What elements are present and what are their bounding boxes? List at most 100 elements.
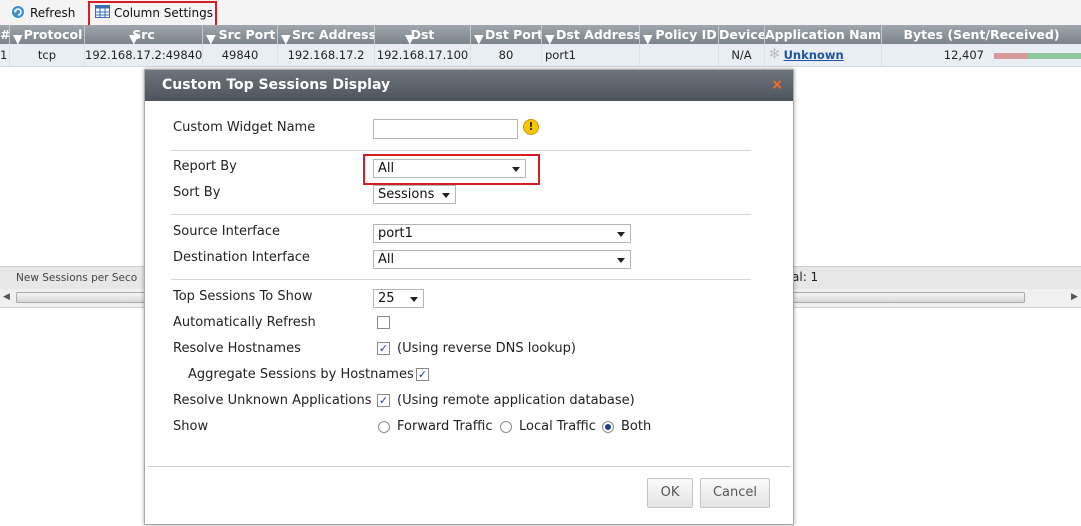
auto-refresh-checkbox[interactable] bbox=[377, 316, 390, 329]
source-interface-value: port1 bbox=[378, 226, 413, 241]
col-num[interactable]: # bbox=[0, 25, 10, 44]
refresh-icon bbox=[11, 5, 25, 24]
destination-interface-value: All bbox=[378, 252, 395, 267]
cell-dst: 192.168.17.100 bbox=[375, 44, 471, 66]
cell-num: 1 bbox=[0, 44, 10, 66]
col-src-address-label: Src Address bbox=[292, 27, 375, 42]
col-src-port[interactable]: ▼ Src Port bbox=[203, 25, 278, 44]
cell-protocol: tcp bbox=[10, 44, 85, 66]
local-traffic-label: Local Traffic bbox=[519, 419, 596, 434]
filter-icon[interactable]: ▼ bbox=[545, 29, 555, 44]
col-dst-address-label: Dst Address bbox=[556, 27, 640, 42]
report-by-label: Report By bbox=[173, 159, 237, 174]
gear-icon: ✻ bbox=[769, 47, 780, 62]
highlight-report-by bbox=[363, 154, 540, 185]
radio-forward-traffic[interactable] bbox=[378, 421, 390, 433]
source-interface-label: Source Interface bbox=[173, 224, 280, 239]
filter-icon[interactable]: ▼ bbox=[643, 29, 653, 44]
cell-dst-address: port1 bbox=[542, 44, 640, 66]
scroll-right-icon[interactable]: ▶ bbox=[1071, 292, 1078, 302]
destination-interface-select[interactable]: All bbox=[373, 250, 631, 269]
bytes-bar bbox=[994, 53, 1081, 59]
resolve-hostnames-label: Resolve Hostnames bbox=[173, 341, 301, 356]
cell-src-address: 192.168.17.2 bbox=[278, 44, 375, 66]
filter-icon[interactable]: ▼ bbox=[13, 29, 23, 44]
sort-by-value: Sessions bbox=[378, 187, 435, 202]
both-label: Both bbox=[621, 419, 652, 434]
col-dst[interactable]: ▼ Dst bbox=[375, 25, 471, 44]
scroll-left-icon[interactable]: ◀ bbox=[3, 292, 10, 302]
status-new-sessions: New Sessions per Seco bbox=[16, 272, 138, 284]
divider bbox=[171, 150, 751, 151]
resolve-apps-label: Resolve Unknown Applications bbox=[173, 393, 372, 408]
resolve-apps-checkbox[interactable]: ✓ bbox=[377, 394, 390, 407]
refresh-label: Refresh bbox=[30, 6, 76, 20]
col-policy-id[interactable]: ▼ Policy ID bbox=[640, 25, 719, 44]
highlight-column-settings bbox=[88, 1, 217, 28]
col-device[interactable]: Device bbox=[719, 25, 765, 44]
refresh-button[interactable]: Refresh bbox=[8, 4, 75, 22]
col-dst-address[interactable]: ▼ Dst Address bbox=[542, 25, 640, 44]
custom-widget-name-input[interactable] bbox=[373, 119, 518, 139]
col-src-address[interactable]: ▼ Src Address bbox=[278, 25, 375, 44]
checkmark-icon: ✓ bbox=[378, 342, 389, 355]
col-dst-port-label: Dst Port bbox=[485, 27, 542, 42]
chevron-down-icon bbox=[410, 297, 418, 302]
cell-bytes: 12,407 bbox=[943, 48, 984, 62]
aggregate-checkbox[interactable]: ✓ bbox=[416, 368, 429, 381]
source-interface-select[interactable]: port1 bbox=[373, 224, 631, 243]
chevron-down-icon bbox=[617, 232, 625, 237]
top-sessions-value: 25 bbox=[378, 291, 395, 306]
warning-icon: ! bbox=[523, 119, 539, 135]
radio-both[interactable] bbox=[602, 421, 614, 433]
top-sessions-select[interactable]: 25 bbox=[373, 289, 424, 308]
filter-icon[interactable]: ▼ bbox=[281, 29, 291, 44]
ok-button[interactable]: OK bbox=[647, 478, 693, 508]
resolve-hostnames-checkbox[interactable]: ✓ bbox=[377, 342, 390, 355]
cell-src: 192.168.17.2:49840 bbox=[85, 44, 203, 66]
table-header: # ▼ Protocol ▼ Src ▼ Src Port ▼ Src Address … bbox=[0, 25, 1081, 44]
status-total: al: 1 bbox=[792, 270, 819, 284]
cell-device: N/A bbox=[719, 44, 765, 66]
col-src[interactable]: ▼ Src bbox=[85, 25, 203, 44]
col-application-name[interactable]: Application Name bbox=[765, 25, 882, 44]
filter-icon[interactable]: ▼ bbox=[129, 29, 139, 44]
col-protocol[interactable]: ▼ Protocol bbox=[10, 25, 85, 44]
checkmark-icon: ✓ bbox=[378, 394, 389, 407]
dialog-title: Custom Top Sessions Display × bbox=[145, 70, 793, 101]
table-row[interactable]: 1 tcp 192.168.17.2:49840 49840 192.168.1… bbox=[0, 44, 1081, 67]
show-label: Show bbox=[173, 419, 209, 434]
sort-by-select[interactable]: Sessions bbox=[373, 185, 456, 204]
cell-policy-id bbox=[640, 44, 719, 66]
bytes-sent-bar bbox=[994, 53, 1027, 59]
checkmark-icon: ✓ bbox=[417, 368, 428, 381]
custom-widget-name-label: Custom Widget Name bbox=[173, 120, 316, 135]
resolve-hostnames-note: (Using reverse DNS lookup) bbox=[397, 341, 576, 356]
col-src-port-label: Src Port bbox=[218, 27, 276, 42]
close-icon[interactable]: × bbox=[771, 70, 783, 101]
auto-refresh-label: Automatically Refresh bbox=[173, 315, 316, 330]
dialog-title-text: Custom Top Sessions Display bbox=[162, 77, 391, 93]
filter-icon[interactable]: ▼ bbox=[405, 29, 415, 44]
cancel-button[interactable]: Cancel bbox=[700, 478, 770, 508]
radio-local-traffic[interactable] bbox=[500, 421, 512, 433]
resolve-apps-note: (Using remote application database) bbox=[397, 393, 635, 408]
divider bbox=[171, 279, 751, 280]
sort-by-label: Sort By bbox=[173, 185, 221, 200]
filter-icon[interactable]: ▼ bbox=[206, 29, 216, 44]
cell-src-port: 49840 bbox=[203, 44, 278, 66]
aggregate-label: Aggregate Sessions by Hostnames bbox=[188, 367, 414, 382]
bytes-received-bar bbox=[1027, 53, 1081, 59]
filter-icon[interactable]: ▼ bbox=[474, 29, 484, 44]
cell-dst-port: 80 bbox=[471, 44, 542, 66]
chevron-down-icon bbox=[617, 258, 625, 263]
col-dst-port[interactable]: ▼ Dst Port bbox=[471, 25, 542, 44]
cell-application: ✻ Unknown bbox=[765, 44, 882, 66]
divider bbox=[171, 214, 751, 215]
destination-interface-label: Destination Interface bbox=[173, 250, 310, 265]
col-protocol-label: Protocol bbox=[23, 27, 83, 42]
col-bytes[interactable]: Bytes (Sent/Received) bbox=[882, 25, 1081, 44]
custom-top-sessions-dialog: Custom Top Sessions Display × Custom Wid… bbox=[144, 69, 794, 525]
application-link[interactable]: Unknown bbox=[784, 48, 844, 62]
top-sessions-label: Top Sessions To Show bbox=[173, 289, 313, 304]
